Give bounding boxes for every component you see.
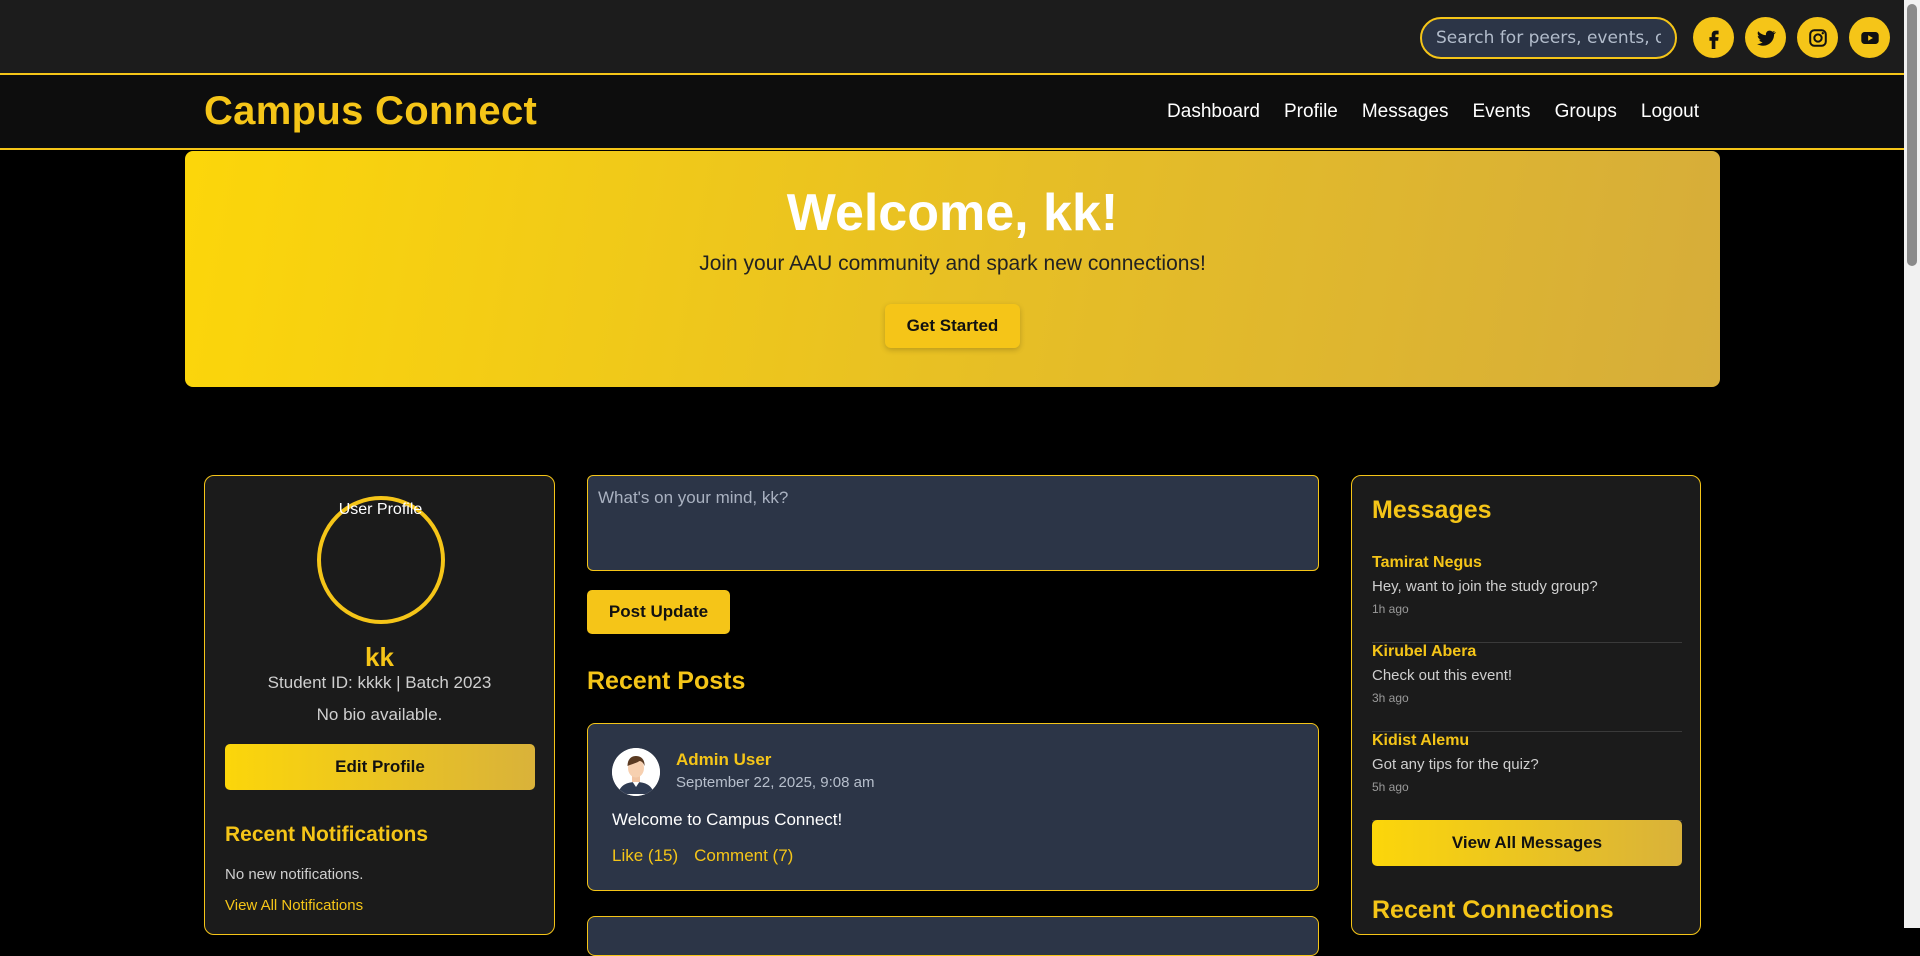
post-author-avatar xyxy=(612,748,660,796)
page-scrollbar[interactable] xyxy=(1904,0,1920,928)
nav-groups[interactable]: Groups xyxy=(1555,101,1617,123)
hero-subtitle: Join your AAU community and spark new co… xyxy=(699,252,1206,275)
notifications-title: Recent Notifications xyxy=(225,823,429,846)
search-input[interactable] xyxy=(1420,17,1677,59)
profile-name: kk xyxy=(365,642,394,672)
nav-events[interactable]: Events xyxy=(1472,101,1530,123)
hero-banner: Welcome, kk! Join your AAU community and… xyxy=(185,151,1720,387)
comment-link[interactable]: Comment (7) xyxy=(694,846,793,866)
navbar: Campus Connect Dashboard Profile Message… xyxy=(0,75,1904,150)
edit-profile-button[interactable]: Edit Profile xyxy=(225,744,535,790)
message-item[interactable]: Kirubel Abera Check out this event! 3h a… xyxy=(1372,643,1682,732)
get-started-button[interactable]: Get Started xyxy=(885,304,1020,348)
message-item[interactable]: Tamirat Negus Hey, want to join the stud… xyxy=(1372,554,1682,643)
nav-profile[interactable]: Profile xyxy=(1284,101,1338,123)
message-item[interactable]: Kidist Alemu Got any tips for the quiz? … xyxy=(1372,732,1682,821)
message-preview: Hey, want to join the study group? xyxy=(1372,578,1598,595)
nav-dashboard[interactable]: Dashboard xyxy=(1167,101,1260,123)
post-date: September 22, 2025, 9:08 am xyxy=(676,774,875,791)
post-author[interactable]: Admin User xyxy=(676,750,771,770)
instagram-icon[interactable] xyxy=(1797,17,1838,58)
messages-title: Messages xyxy=(1372,496,1492,524)
post-actions: Like (15) Comment (7) xyxy=(612,846,793,866)
message-sender: Tamirat Negus xyxy=(1372,554,1482,571)
like-link[interactable]: Like (15) xyxy=(612,846,678,866)
view-all-notifications-link[interactable]: View All Notifications xyxy=(225,897,363,914)
recent-connections-title: Recent Connections xyxy=(1372,896,1614,924)
avatar-alt-text: User Profile xyxy=(338,501,423,518)
brand-logo[interactable]: Campus Connect xyxy=(204,89,537,134)
recent-posts-title: Recent Posts xyxy=(587,667,746,695)
message-sender: Kidist Alemu xyxy=(1372,732,1470,749)
facebook-icon[interactable] xyxy=(1693,17,1734,58)
student-id: Student ID: kkkk | Batch 2023 xyxy=(267,673,492,692)
twitter-icon[interactable] xyxy=(1745,17,1786,58)
message-time: 5h ago xyxy=(1372,780,1409,794)
nav-messages[interactable]: Messages xyxy=(1362,101,1449,123)
profile-bio: No bio available. xyxy=(316,705,443,724)
profile-card: User Profile kk Student ID: kkkk | Batch… xyxy=(204,475,555,935)
nav-logout[interactable]: Logout xyxy=(1641,101,1699,123)
hero-title: Welcome, kk! xyxy=(786,184,1119,242)
message-preview: Got any tips for the quiz? xyxy=(1372,756,1539,773)
message-time: 3h ago xyxy=(1372,691,1409,705)
post-card: Admin User September 22, 2025, 9:08 am W… xyxy=(587,723,1319,891)
message-sender: Kirubel Abera xyxy=(1372,643,1477,660)
post-composer[interactable] xyxy=(587,475,1319,571)
view-all-messages-button[interactable]: View All Messages xyxy=(1372,820,1682,866)
messages-card: Messages Tamirat Negus Hey, want to join… xyxy=(1351,475,1701,935)
main-nav: Dashboard Profile Messages Events Groups… xyxy=(1143,101,1699,123)
post-update-button[interactable]: Post Update xyxy=(587,590,730,634)
youtube-icon[interactable] xyxy=(1849,17,1890,58)
notifications-empty: No new notifications. xyxy=(225,866,364,883)
scrollbar-thumb[interactable] xyxy=(1907,4,1917,266)
post-text: Welcome to Campus Connect! xyxy=(612,810,843,829)
top-bar xyxy=(0,0,1904,75)
message-time: 1h ago xyxy=(1372,602,1409,616)
post-card xyxy=(587,916,1319,956)
message-preview: Check out this event! xyxy=(1372,667,1513,684)
